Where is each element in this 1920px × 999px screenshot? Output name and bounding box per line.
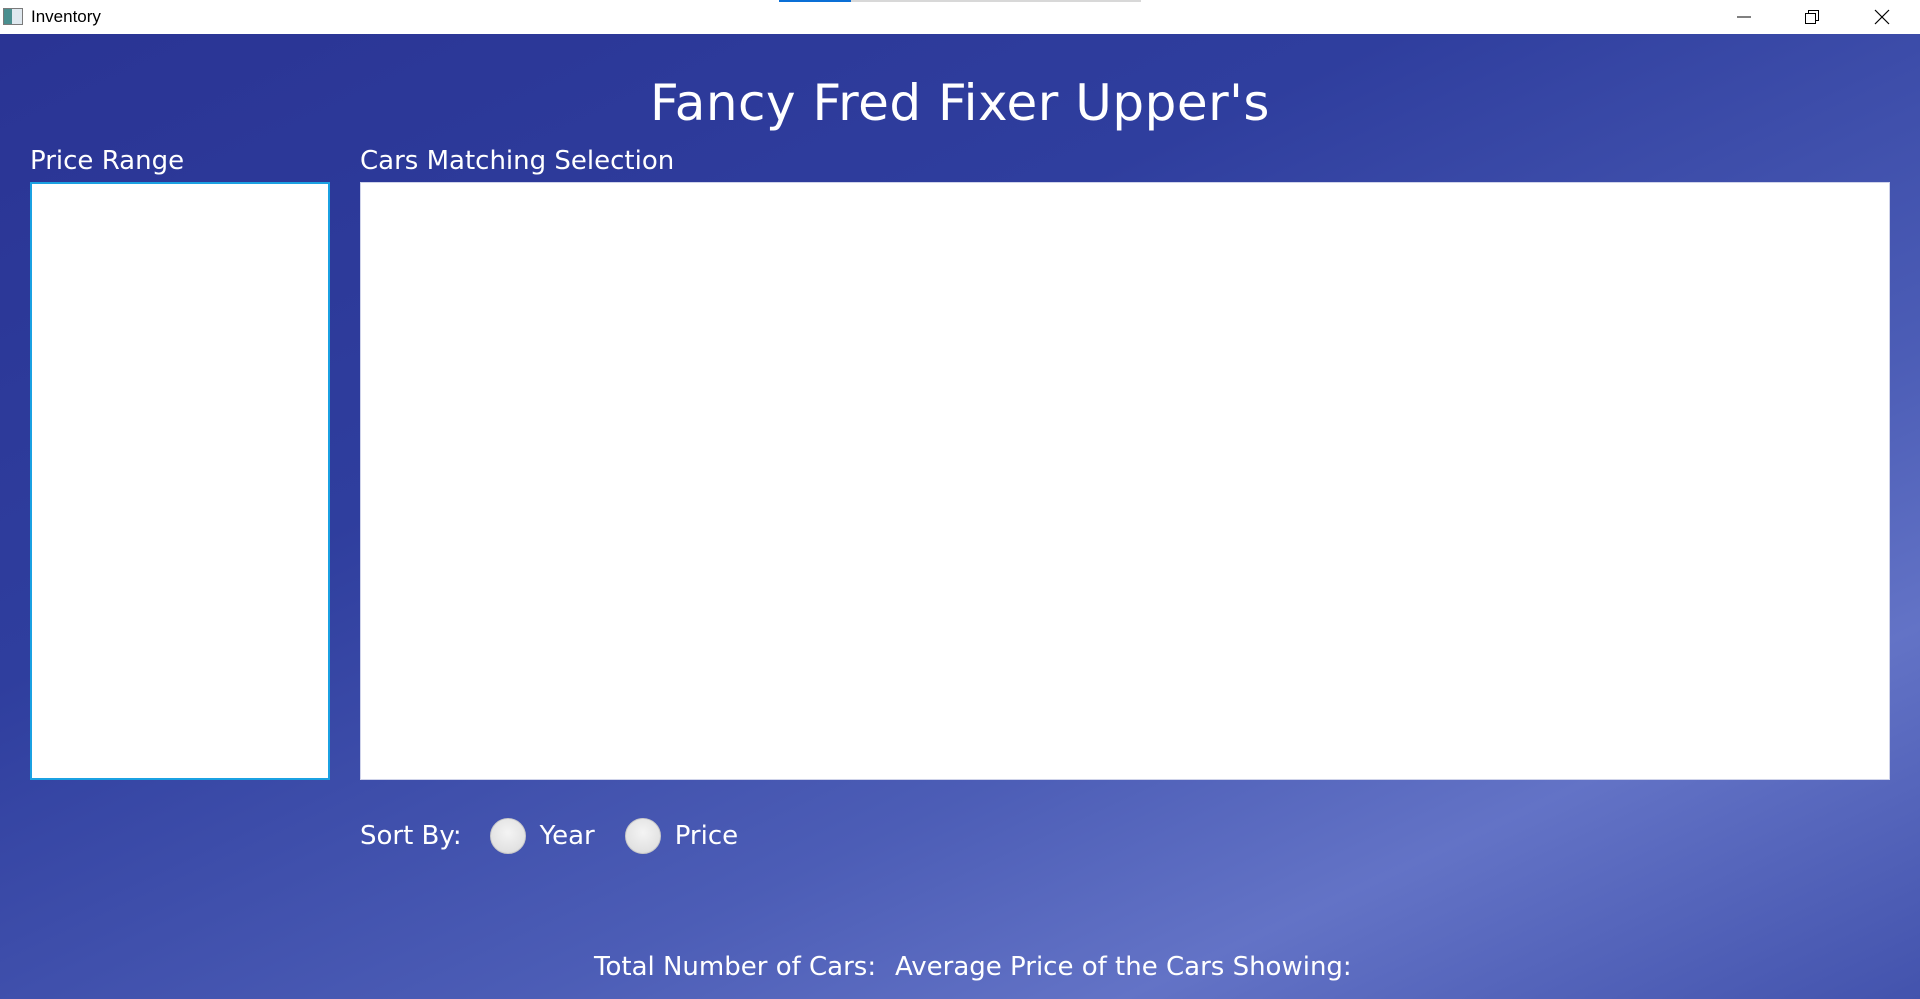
cars-matching-listbox[interactable] (360, 182, 1890, 780)
sort-year-label[interactable]: Year (540, 821, 595, 851)
close-icon (1874, 9, 1890, 25)
minimize-button[interactable] (1714, 0, 1774, 34)
sort-by-group: Sort By: Year Price (360, 816, 768, 856)
price-range-listbox[interactable] (30, 182, 330, 780)
window-title: Inventory (31, 7, 101, 26)
client-area: Fancy Fred Fixer Upper's Price Range Car… (0, 34, 1920, 999)
close-button[interactable] (1852, 0, 1912, 34)
radio-circle-icon[interactable] (489, 818, 526, 854)
total-cars-label: Total Number of Cars: (594, 952, 877, 982)
price-range-label: Price Range (30, 146, 185, 176)
sort-price-label[interactable]: Price (675, 821, 738, 851)
page-title: Fancy Fred Fixer Upper's (650, 74, 1270, 132)
title-progress-bar (779, 0, 1141, 2)
restore-button[interactable] (1782, 0, 1842, 34)
average-price-label: Average Price of the Cars Showing: (895, 952, 1352, 982)
sort-year-radio[interactable]: Year (489, 818, 595, 854)
title-progress-fill (779, 0, 852, 2)
minimize-icon (1737, 16, 1751, 18)
radio-circle-icon[interactable] (624, 818, 661, 854)
title-bar[interactable]: Inventory (0, 0, 1920, 34)
window-app-icon (3, 8, 23, 25)
sort-by-label: Sort By: (360, 821, 462, 851)
sort-price-radio[interactable]: Price (624, 818, 738, 854)
restore-icon (1805, 10, 1819, 24)
cars-matching-label: Cars Matching Selection (360, 146, 675, 176)
app-window: Inventory Fancy Fred Fixer Upper's Price… (0, 0, 1920, 999)
